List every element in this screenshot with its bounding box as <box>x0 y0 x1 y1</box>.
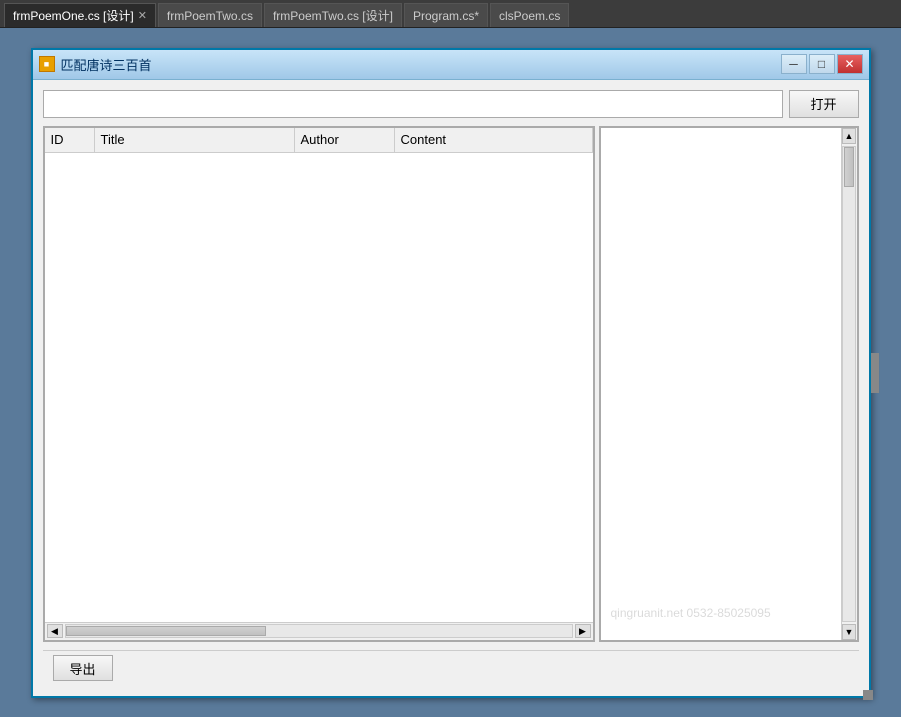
tab-close-icon[interactable]: ✕ <box>138 9 147 22</box>
datagrid-header: ID Title Author Content <box>45 128 593 153</box>
hscroll-right-button[interactable]: ▶ <box>575 624 591 638</box>
col-author: Author <box>295 128 395 152</box>
hscroll-thumb[interactable] <box>66 626 266 636</box>
maximize-icon: □ <box>818 57 825 71</box>
close-icon: ✕ <box>844 57 854 71</box>
search-row: 打开 <box>43 90 859 118</box>
vscroll-down-button[interactable]: ▼ <box>842 624 856 640</box>
export-button[interactable]: 导出 <box>53 655 113 681</box>
tab-frm-poem-two-design[interactable]: frmPoemTwo.cs [设计] <box>264 3 402 27</box>
right-panel-vscrollbar[interactable]: ▲ ▼ <box>841 128 857 640</box>
tab-program-cs[interactable]: Program.cs* <box>404 3 488 27</box>
datagrid[interactable]: ID Title Author Content <box>43 126 595 642</box>
resize-handle[interactable] <box>863 690 873 700</box>
tab-label: frmPoemTwo.cs [设计] <box>273 7 393 24</box>
watermark-text: qingruanit.net 0532-85025095 <box>611 606 771 620</box>
form-body: 打开 ID Title Author <box>33 80 869 696</box>
search-input[interactable] <box>43 90 783 118</box>
maximize-button[interactable]: □ <box>809 54 835 74</box>
col-content: Content <box>395 128 593 152</box>
bottom-bar: 导出 <box>43 650 859 686</box>
hscroll-track[interactable] <box>65 624 573 638</box>
tab-frm-poem-two[interactable]: frmPoemTwo.cs <box>158 3 262 27</box>
datagrid-hscrollbar[interactable]: ◀ ▶ <box>45 622 593 640</box>
tab-label: frmPoemTwo.cs <box>167 9 253 23</box>
tab-label: clsPoem.cs <box>499 9 560 23</box>
vscroll-thumb[interactable] <box>844 147 854 187</box>
tab-label: frmPoemOne.cs [设计] <box>13 7 134 24</box>
close-button[interactable]: ✕ <box>837 54 863 74</box>
hscroll-left-button[interactable]: ◀ <box>47 624 63 638</box>
content-area: ID Title Author Content <box>43 126 859 642</box>
vscroll-up-button[interactable]: ▲ <box>842 128 856 144</box>
design-area: ■ 匹配唐诗三百首 ─ □ ✕ 打开 <box>0 28 901 717</box>
tab-cls-poem-cs[interactable]: clsPoem.cs <box>490 3 569 27</box>
tab-frm-poem-one-design[interactable]: frmPoemOne.cs [设计] ✕ <box>4 3 156 27</box>
right-panel-textbox[interactable]: qingruanit.net 0532-85025095 ▲ ▼ <box>599 126 859 642</box>
open-button[interactable]: 打开 <box>789 90 859 118</box>
form-icon: ■ <box>39 56 55 72</box>
title-bar: ■ 匹配唐诗三百首 ─ □ ✕ <box>33 50 869 80</box>
windows-form: ■ 匹配唐诗三百首 ─ □ ✕ 打开 <box>31 48 871 698</box>
title-buttons: ─ □ ✕ <box>781 54 863 74</box>
col-id: ID <box>45 128 95 152</box>
minimize-button[interactable]: ─ <box>781 54 807 74</box>
vscroll-track[interactable] <box>842 146 856 622</box>
datagrid-body <box>45 153 593 622</box>
col-title: Title <box>95 128 295 152</box>
ide-tab-bar: frmPoemOne.cs [设计] ✕ frmPoemTwo.cs frmPo… <box>0 0 901 28</box>
form-title: 匹配唐诗三百首 <box>61 55 781 74</box>
outer-vscroll-handle[interactable] <box>871 353 879 393</box>
tab-label: Program.cs* <box>413 9 479 23</box>
minimize-icon: ─ <box>789 57 798 71</box>
